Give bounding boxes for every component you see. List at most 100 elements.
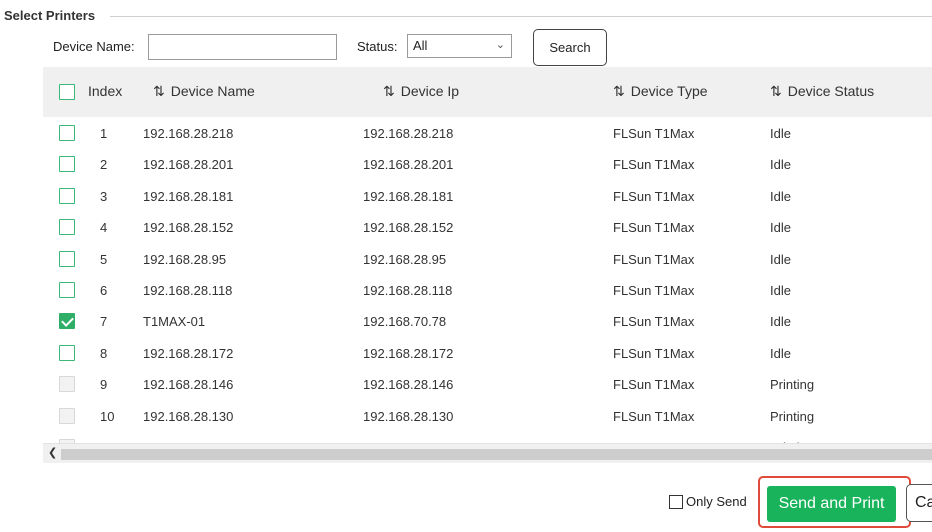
scroll-left-icon[interactable]: ❮: [48, 446, 57, 459]
row-device-name: 192.168.28.130: [143, 408, 234, 424]
row-index: 1: [100, 126, 108, 141]
sort-icon: ⇅: [613, 83, 625, 99]
row-device-status: Idle: [770, 220, 791, 236]
printer-table: Index ⇅ Device Name ⇅ Device Ip ⇅ Device Ty…: [43, 67, 932, 443]
row-device-type: FLSun T1Max: [613, 251, 695, 267]
row-device-ip: 192.168.28.118: [363, 282, 453, 298]
table-row[interactable]: 4 192.168.28.152 192.168.28.152 FLSun T1Max…: [43, 211, 932, 242]
chevron-down-icon: ⌄: [495, 39, 505, 51]
row-index: 5: [100, 251, 108, 267]
cancel-button[interactable]: Cancel: [906, 484, 932, 522]
row-device-ip: 192.168.28.130: [363, 408, 454, 424]
status-select[interactable]: All ⌄: [407, 34, 512, 58]
send-and-print-highlight: Send and Print: [758, 476, 911, 528]
row-device-name: 192.168.28.152: [143, 220, 234, 236]
row-device-status: Idle: [770, 188, 791, 204]
column-header-device-name[interactable]: ⇅ Device Name: [153, 83, 255, 100]
row-checkbox[interactable]: [59, 281, 75, 298]
row-device-status: Idle: [770, 126, 791, 141]
row-device-status: Printing: [770, 408, 815, 424]
row-device-name: 192.168.28.146: [143, 377, 234, 393]
table-row[interactable]: 5 192.168.28.95 192.168.28.95 FLSun T1Max Id…: [43, 243, 932, 274]
row-device-type: FLSun T1Max: [613, 126, 695, 141]
horizontal-scrollbar[interactable]: ❮: [43, 443, 932, 463]
column-header-device-status-label: Device Status: [787, 83, 875, 99]
group-title: Select Printers: [4, 8, 96, 23]
sort-icon: ⇅: [770, 83, 782, 99]
only-send-label: Only Send: [686, 494, 747, 509]
table-row[interactable]: 9 192.168.28.146 192.168.28.146 FLSun T1Max…: [43, 368, 932, 399]
table-row[interactable]: 11192.168.28.21192.168.28.21FLSun T1MaxP…: [43, 431, 932, 443]
row-device-status: Printing: [770, 377, 815, 393]
row-index: 10: [100, 408, 115, 424]
row-device-name: T1MAX-01: [143, 314, 206, 330]
table-row[interactable]: 3 192.168.28.181 192.168.28.181 FLSun T1Max…: [43, 180, 932, 211]
scrollbar-thumb[interactable]: [61, 449, 932, 460]
column-header-device-ip[interactable]: ⇅ Device Ip: [383, 83, 459, 100]
row-device-type: FLSun T1Max: [613, 282, 695, 298]
column-header-device-ip-label: Device Ip: [400, 83, 460, 99]
table-row[interactable]: 1 192.168.28.218 192.168.28.218 FLSun T1Max…: [43, 117, 932, 148]
column-header-device-type-label: Device Type: [630, 83, 708, 99]
row-checkbox: [59, 407, 75, 424]
table-row[interactable]: 10 192.168.28.130 192.168.28.130 FLSun T1Ma…: [43, 400, 932, 431]
table-row[interactable]: 2 192.168.28.201 192.168.28.201 FLSun T1Max…: [43, 148, 932, 179]
column-header-device-name-label: Device Name: [170, 83, 255, 99]
row-device-status: Idle: [770, 251, 791, 267]
row-index: 8: [100, 345, 108, 361]
row-checkbox[interactable]: [59, 344, 75, 361]
device-name-label: Device Name:: [53, 39, 135, 54]
row-checkbox[interactable]: [59, 187, 75, 204]
send-and-print-button[interactable]: Send and Print: [767, 486, 896, 522]
row-device-type: FLSun T1Max: [613, 345, 695, 361]
row-device-ip: 192.168.28.146: [363, 377, 454, 393]
row-device-status: Idle: [770, 157, 791, 173]
search-button[interactable]: Search: [533, 29, 607, 66]
row-device-name: 192.168.28.218: [143, 126, 234, 141]
row-checkbox[interactable]: [59, 125, 75, 141]
table-row[interactable]: 8 192.168.28.172 192.168.28.172 FLSun T1Max…: [43, 337, 932, 368]
row-device-name: 192.168.28.181: [143, 188, 234, 204]
row-device-type: FLSun T1Max: [613, 314, 695, 330]
row-device-type: FLSun T1Max: [613, 408, 695, 424]
row-checkbox: [59, 376, 75, 393]
row-index: 6: [100, 282, 108, 298]
row-device-status: Idle: [770, 345, 791, 361]
status-select-value: All: [413, 38, 428, 53]
row-device-status: Idle: [770, 314, 791, 330]
only-send-checkbox[interactable]: Only Send: [669, 494, 747, 509]
table-row[interactable]: 6 192.168.28.118 192.168.28.118 FLSun T1Max…: [43, 274, 932, 305]
row-device-ip: 192.168.28.218: [363, 126, 454, 141]
sort-icon: ⇅: [153, 83, 165, 99]
row-device-status: Idle: [770, 282, 791, 298]
table-row[interactable]: 7 T1MAX-01 192.168.70.78 FLSun T1Max Idle: [43, 305, 932, 336]
row-device-ip: 192.168.28.172: [363, 345, 454, 361]
row-device-type: FLSun T1Max: [613, 220, 695, 236]
row-device-ip: 192.168.28.181: [363, 188, 454, 204]
row-index: 2: [100, 157, 108, 173]
row-device-ip: 192.168.70.78: [363, 314, 447, 330]
dialog-footer: Only Send Send and Print Cancel: [0, 472, 932, 532]
sort-icon: ⇅: [383, 83, 395, 99]
row-checkbox[interactable]: [59, 313, 75, 330]
row-checkbox[interactable]: [59, 219, 75, 236]
group-divider: [110, 16, 932, 17]
device-name-input[interactable]: [148, 34, 337, 60]
row-index: 4: [100, 220, 108, 236]
only-send-box[interactable]: [669, 495, 683, 509]
column-header-device-type[interactable]: ⇅ Device Type: [613, 83, 708, 100]
row-device-name: 192.168.28.95: [143, 251, 227, 267]
row-device-type: FLSun T1Max: [613, 188, 695, 204]
row-checkbox[interactable]: [59, 250, 75, 267]
select-all-checkbox[interactable]: [59, 84, 75, 100]
filter-bar: Device Name: Status: All ⌄ Search: [0, 28, 932, 68]
row-index: 3: [100, 188, 108, 204]
row-device-name: 192.168.28.201: [143, 157, 234, 173]
row-device-type: FLSun T1Max: [613, 377, 695, 393]
row-device-name: 192.168.28.172: [143, 345, 234, 361]
row-index: 9: [100, 377, 108, 393]
column-header-device-status[interactable]: ⇅ Device Status: [770, 83, 874, 100]
row-device-ip: 192.168.28.201: [363, 157, 454, 173]
row-device-type: FLSun T1Max: [613, 157, 695, 173]
row-checkbox[interactable]: [59, 156, 75, 173]
